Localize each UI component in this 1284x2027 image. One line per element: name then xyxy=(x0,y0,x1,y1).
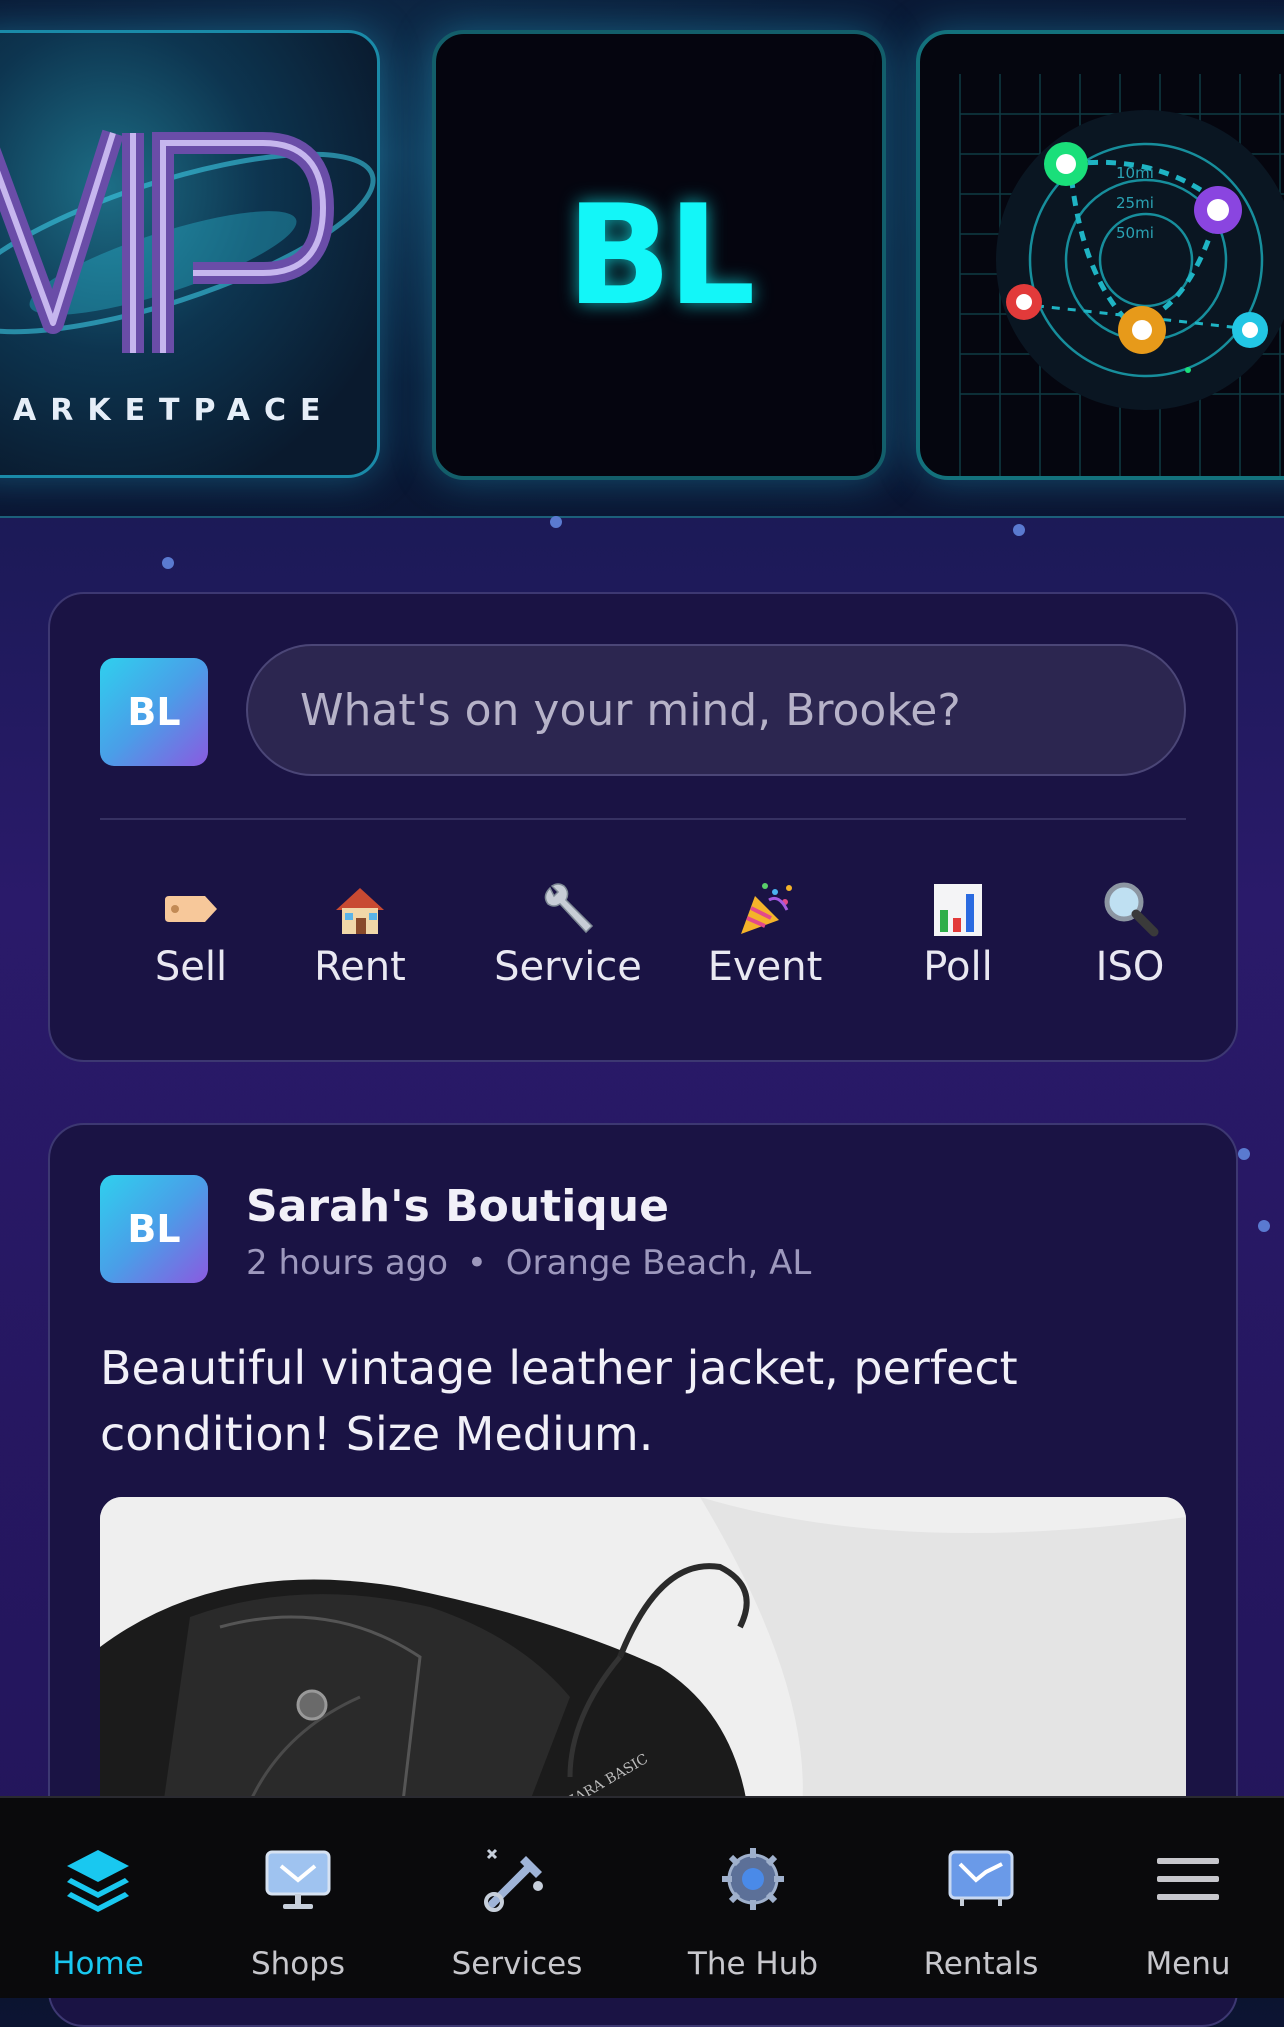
post-time: 2 hours ago xyxy=(246,1243,449,1283)
radius-ring-10mi: 10mi xyxy=(1116,164,1154,182)
sell-button[interactable]: Sell xyxy=(136,880,246,990)
star-dot xyxy=(550,516,562,528)
post-image[interactable]: ZARA BASIC xyxy=(100,1497,1186,1827)
monitor-icon xyxy=(265,1850,331,1909)
bar-chart-icon xyxy=(934,884,982,936)
house-icon xyxy=(336,888,384,934)
tab-shops[interactable]: Shops xyxy=(208,1798,388,1998)
tab-menu[interactable]: Menu xyxy=(1098,1798,1278,1998)
radius-ring-50mi: 50mi xyxy=(1116,224,1154,242)
post-meta: 2 hours ago • Orange Beach, AL xyxy=(246,1243,811,1283)
layers-icon xyxy=(67,1850,129,1912)
bottom-tab-bar: Home Shops Services The Hub Rentals Menu xyxy=(0,1796,1284,1998)
rent-button[interactable]: Rent xyxy=(300,880,420,990)
poll-button[interactable]: Poll xyxy=(908,880,1008,990)
event-button[interactable]: Event xyxy=(700,880,830,990)
party-popper-icon xyxy=(741,883,792,934)
star-dot xyxy=(1258,1220,1270,1232)
tab-the-hub[interactable]: The Hub xyxy=(663,1798,843,1998)
initials-tile[interactable]: BL xyxy=(432,30,886,480)
star-dot xyxy=(1013,524,1025,536)
tag-icon xyxy=(165,896,217,922)
status-input[interactable]: What's on your mind, Brooke? xyxy=(246,644,1186,776)
tab-rentals[interactable]: Rentals xyxy=(891,1798,1071,1998)
hub-gear-icon xyxy=(722,1848,784,1910)
star-dot xyxy=(162,557,174,569)
iso-button[interactable]: ISO xyxy=(1080,880,1180,990)
avatar[interactable]: BL xyxy=(100,658,208,766)
wrench-icon xyxy=(544,883,594,934)
meta-separator: • xyxy=(466,1243,487,1283)
post-author[interactable]: Sarah's Boutique xyxy=(246,1181,669,1232)
tools-icon xyxy=(484,1848,543,1912)
service-button[interactable]: Service xyxy=(488,880,648,990)
initials-tile-text: BL xyxy=(566,174,755,336)
rentals-screen-icon xyxy=(948,1850,1014,1906)
marketplace-logo-tile[interactable]: ARKETPACE xyxy=(0,30,380,478)
composer-actions: Sell Rent Service Event Poll ISO xyxy=(100,880,1186,1000)
composer-divider xyxy=(100,818,1186,820)
tab-home[interactable]: Home xyxy=(8,1798,188,1998)
post-text: Beautiful vintage leather jacket, perfec… xyxy=(100,1341,1018,1461)
magnifier-icon xyxy=(1104,882,1159,937)
featured-carousel[interactable]: ARKETPACE BL 10mi 25mi 50mi xyxy=(0,0,1284,518)
leather-jacket-photo: ZARA BASIC xyxy=(100,1497,1186,1827)
post-composer: BL What's on your mind, Brooke? Sell Ren… xyxy=(48,592,1238,1062)
post-location[interactable]: Orange Beach, AL xyxy=(506,1243,812,1283)
hamburger-icon xyxy=(1157,1858,1219,1900)
tab-services[interactable]: Services xyxy=(427,1798,607,1998)
star-dot xyxy=(1238,1148,1250,1160)
marketplace-wordmark: ARKETPACE xyxy=(13,393,335,428)
author-avatar[interactable]: BL xyxy=(100,1175,208,1283)
radius-map-tile[interactable]: 10mi 25mi 50mi xyxy=(916,30,1284,480)
radius-ring-25mi: 25mi xyxy=(1116,194,1154,212)
radar-map-icon: 10mi 25mi 50mi xyxy=(959,74,1284,476)
